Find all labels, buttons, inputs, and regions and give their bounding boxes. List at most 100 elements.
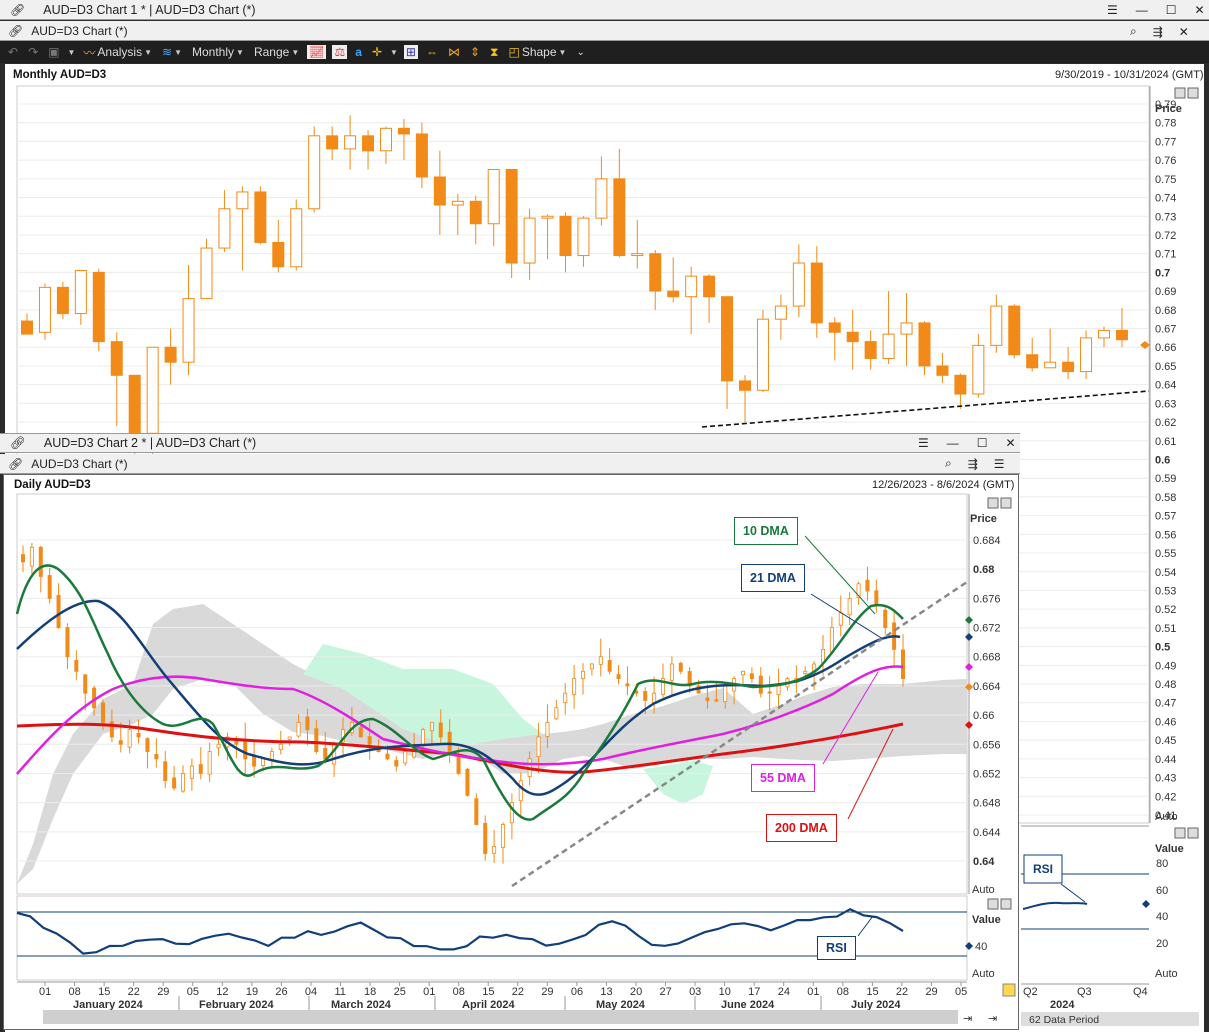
candle[interactable] xyxy=(218,208,231,249)
minimize-icon[interactable]: — xyxy=(947,436,959,450)
candle[interactable] xyxy=(598,656,603,665)
candle[interactable] xyxy=(685,275,698,298)
candle[interactable] xyxy=(936,365,949,376)
candle[interactable] xyxy=(433,176,446,206)
share-icon[interactable]: ⇶ xyxy=(968,457,978,471)
candle[interactable] xyxy=(314,728,319,752)
candle[interactable] xyxy=(397,127,410,135)
candle[interactable] xyxy=(705,697,710,701)
candle[interactable] xyxy=(447,731,452,752)
compare-icon[interactable]: ⚖︎ xyxy=(332,45,348,59)
horizontal-scrollbar[interactable] xyxy=(43,1010,958,1024)
candle[interactable] xyxy=(776,685,781,695)
candle[interactable] xyxy=(828,322,841,333)
candle[interactable] xyxy=(146,346,159,434)
minimize-icon[interactable]: — xyxy=(1136,3,1148,17)
candle[interactable] xyxy=(1115,329,1128,341)
candle[interactable] xyxy=(541,215,554,219)
menu-icon[interactable]: ☰ xyxy=(918,436,929,450)
window2-tab[interactable]: AUD=D3 Chart (*) xyxy=(31,457,127,471)
candle[interactable] xyxy=(703,275,716,298)
candle[interactable] xyxy=(631,253,644,257)
candle[interactable] xyxy=(846,331,859,343)
candle[interactable] xyxy=(1098,329,1110,339)
candle[interactable] xyxy=(272,241,285,268)
candle[interactable] xyxy=(358,727,363,738)
candle[interactable] xyxy=(172,777,177,789)
candle[interactable] xyxy=(415,133,428,178)
window1-tab[interactable]: AUD=D3 Chart (*) xyxy=(31,24,127,38)
candle[interactable] xyxy=(792,262,805,307)
candle[interactable] xyxy=(154,754,159,760)
candle[interactable] xyxy=(559,215,572,257)
candle[interactable] xyxy=(572,678,577,695)
search-icon[interactable]: ⌕ xyxy=(945,456,952,471)
candle[interactable] xyxy=(874,590,879,607)
link-icon[interactable]: 🔗︎ xyxy=(10,3,25,17)
candle[interactable] xyxy=(536,736,541,758)
menu-icon[interactable]: ☰ xyxy=(994,457,1005,471)
candle[interactable] xyxy=(254,191,267,243)
candle[interactable] xyxy=(741,670,746,676)
data-period[interactable]: 62 Data Period xyxy=(1029,1014,1099,1026)
chart1-rsi-auto[interactable]: Auto xyxy=(1155,968,1178,980)
candle[interactable] xyxy=(469,200,482,225)
candle[interactable] xyxy=(714,699,719,702)
undo-icon[interactable]: ↶ xyxy=(6,45,20,59)
candle[interactable] xyxy=(1044,361,1057,369)
candle[interactable] xyxy=(234,740,239,745)
candle[interactable] xyxy=(451,200,464,206)
candle[interactable] xyxy=(589,663,594,670)
redo-icon[interactable]: ↷ xyxy=(26,45,40,59)
candle[interactable] xyxy=(136,733,141,738)
crosshair-icon[interactable]: ✛ xyxy=(370,45,384,59)
candle[interactable] xyxy=(523,217,536,264)
candle[interactable] xyxy=(643,691,648,701)
candle[interactable] xyxy=(180,773,185,792)
candle[interactable] xyxy=(145,738,150,752)
restore-icon[interactable] xyxy=(987,898,999,910)
range-button[interactable]: Range ▼ xyxy=(252,45,301,59)
candle[interactable] xyxy=(308,135,321,210)
caret-icon[interactable]: ▼ xyxy=(390,48,398,57)
candle[interactable] xyxy=(1062,361,1075,373)
candle[interactable] xyxy=(1026,354,1039,369)
candle[interactable] xyxy=(74,270,87,315)
candle[interactable] xyxy=(678,662,683,672)
link-icon[interactable]: 🔗︎ xyxy=(8,457,23,471)
candle[interactable] xyxy=(847,597,852,616)
candle[interactable] xyxy=(545,721,550,737)
candle[interactable] xyxy=(900,322,913,335)
candle[interactable] xyxy=(474,798,479,825)
candle[interactable] xyxy=(20,554,25,563)
pan-left-right-icon[interactable]: ⇔ xyxy=(424,45,440,59)
candle[interactable] xyxy=(243,739,248,760)
candle[interactable] xyxy=(954,374,967,395)
close-icon[interactable]: ✕ xyxy=(1195,3,1205,17)
close-pane-icon[interactable] xyxy=(1000,898,1012,910)
analysis-button[interactable]: 〰 Analysis ▼ xyxy=(81,44,154,61)
candle[interactable] xyxy=(110,341,123,376)
scroll-end-icon[interactable]: ⇥ xyxy=(988,1013,997,1025)
candle[interactable] xyxy=(483,823,488,855)
candle[interactable] xyxy=(918,322,931,367)
candle[interactable] xyxy=(394,760,399,767)
candle[interactable] xyxy=(260,758,265,766)
candle[interactable] xyxy=(649,253,662,292)
chart2-rsi-auto[interactable]: Auto xyxy=(972,968,995,980)
candle[interactable] xyxy=(1080,337,1093,373)
maximize-icon[interactable]: ☐ xyxy=(1166,3,1177,17)
line-chart-icon[interactable]: 📈︎ xyxy=(307,45,327,59)
chart2-auto[interactable]: Auto xyxy=(972,884,995,896)
candle[interactable] xyxy=(803,670,808,674)
candle[interactable] xyxy=(344,135,357,150)
candle[interactable] xyxy=(56,594,61,628)
candle[interactable] xyxy=(864,341,877,359)
candle[interactable] xyxy=(581,670,586,679)
candle[interactable] xyxy=(207,751,212,775)
waves-button[interactable]: ≋ ▼ xyxy=(160,45,184,59)
candle[interactable] xyxy=(616,674,621,680)
candle[interactable] xyxy=(101,702,106,723)
candle[interactable] xyxy=(492,846,497,854)
candle[interactable] xyxy=(883,609,888,628)
